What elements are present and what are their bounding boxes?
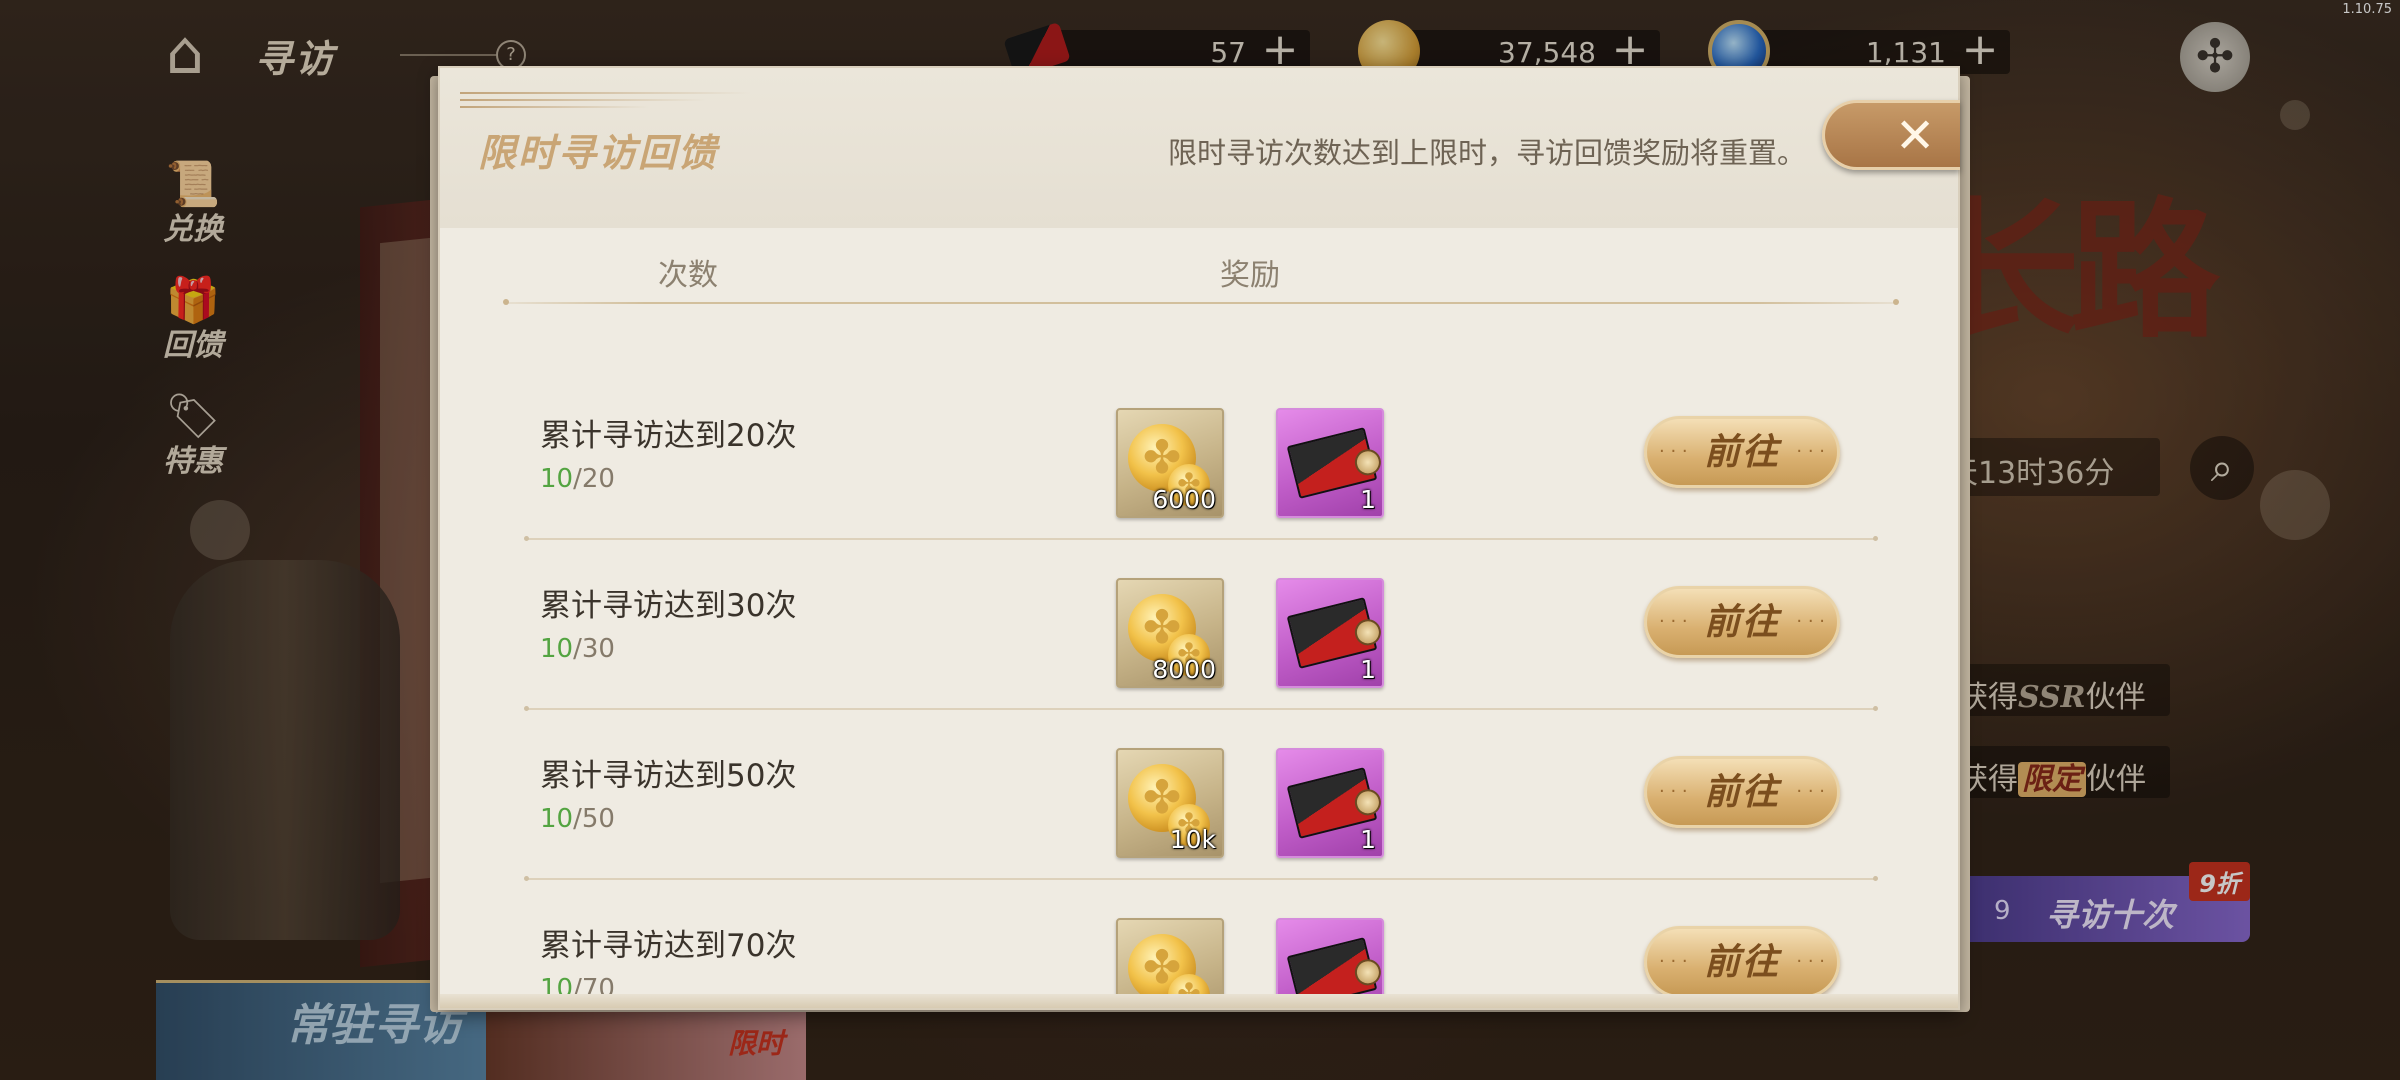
- milestone-title: 累计寻访达到70次: [540, 928, 797, 964]
- ticket-reward[interactable]: 1: [1276, 748, 1384, 858]
- ticket-reward[interactable]: 1: [1276, 578, 1384, 688]
- go-button[interactable]: 前往: [1644, 586, 1840, 658]
- dialog-title: 限时寻访回馈: [478, 130, 719, 175]
- reward-quantity: 1: [1360, 485, 1376, 514]
- go-button[interactable]: 前往: [1644, 756, 1840, 828]
- header-ornament: [460, 92, 750, 112]
- close-icon: ✕: [1895, 108, 1936, 164]
- ticket-reward[interactable]: 1: [1276, 408, 1384, 518]
- milestone-progress: 10/20: [540, 464, 615, 494]
- milestone-progress: 10/50: [540, 804, 615, 834]
- dialog-header: 限时寻访回馈 限时寻访次数达到上限时，寻访回馈奖励将重置。: [440, 68, 1958, 228]
- milestone-progress: 10/30: [540, 634, 615, 664]
- reward-quantity: 8000: [1152, 655, 1216, 684]
- reward-quantity: 10k: [1169, 825, 1216, 854]
- go-button[interactable]: 前往: [1644, 416, 1840, 488]
- reward-row: 累计寻访达到20次 10/20 ✤ ✤ 6000 1 前往: [440, 370, 1958, 541]
- reward-row: 累计寻访达到50次 10/50 ✤ ✤ 10k 1 前往: [440, 710, 1958, 881]
- reward-quantity: 1: [1360, 655, 1376, 684]
- milestone-title: 累计寻访达到20次: [540, 418, 797, 454]
- go-button[interactable]: 前往: [1644, 926, 1840, 998]
- dialog-hint: 限时寻访次数达到上限时，寻访回馈奖励将重置。: [1167, 136, 1806, 170]
- column-header-count: 次数: [658, 258, 718, 293]
- gold-coin-reward[interactable]: ✤ ✤ 10k: [1116, 748, 1224, 858]
- column-header-reward: 奖励: [1220, 258, 1280, 293]
- close-button[interactable]: ✕: [1822, 100, 1960, 170]
- reward-row: 累计寻访达到70次 10/70 ✤ ✤ 20k 1 前往: [440, 880, 1958, 1008]
- milestone-title: 累计寻访达到30次: [540, 588, 797, 624]
- limited-feedback-dialog: 限时寻访回馈 限时寻访次数达到上限时，寻访回馈奖励将重置。 次数 奖励 累计寻访…: [438, 66, 1960, 1010]
- reward-row: 累计寻访达到30次 10/30 ✤ ✤ 8000 1 前往: [440, 540, 1958, 711]
- reward-quantity: 6000: [1152, 485, 1216, 514]
- gold-coin-reward[interactable]: ✤ ✤ 8000: [1116, 578, 1224, 688]
- reward-quantity: 1: [1360, 825, 1376, 854]
- header-divider: [503, 299, 1899, 305]
- dialog-bottom-edge: [440, 994, 1958, 1008]
- milestone-title: 累计寻访达到50次: [540, 758, 797, 794]
- gold-coin-reward[interactable]: ✤ ✤ 6000: [1116, 408, 1224, 518]
